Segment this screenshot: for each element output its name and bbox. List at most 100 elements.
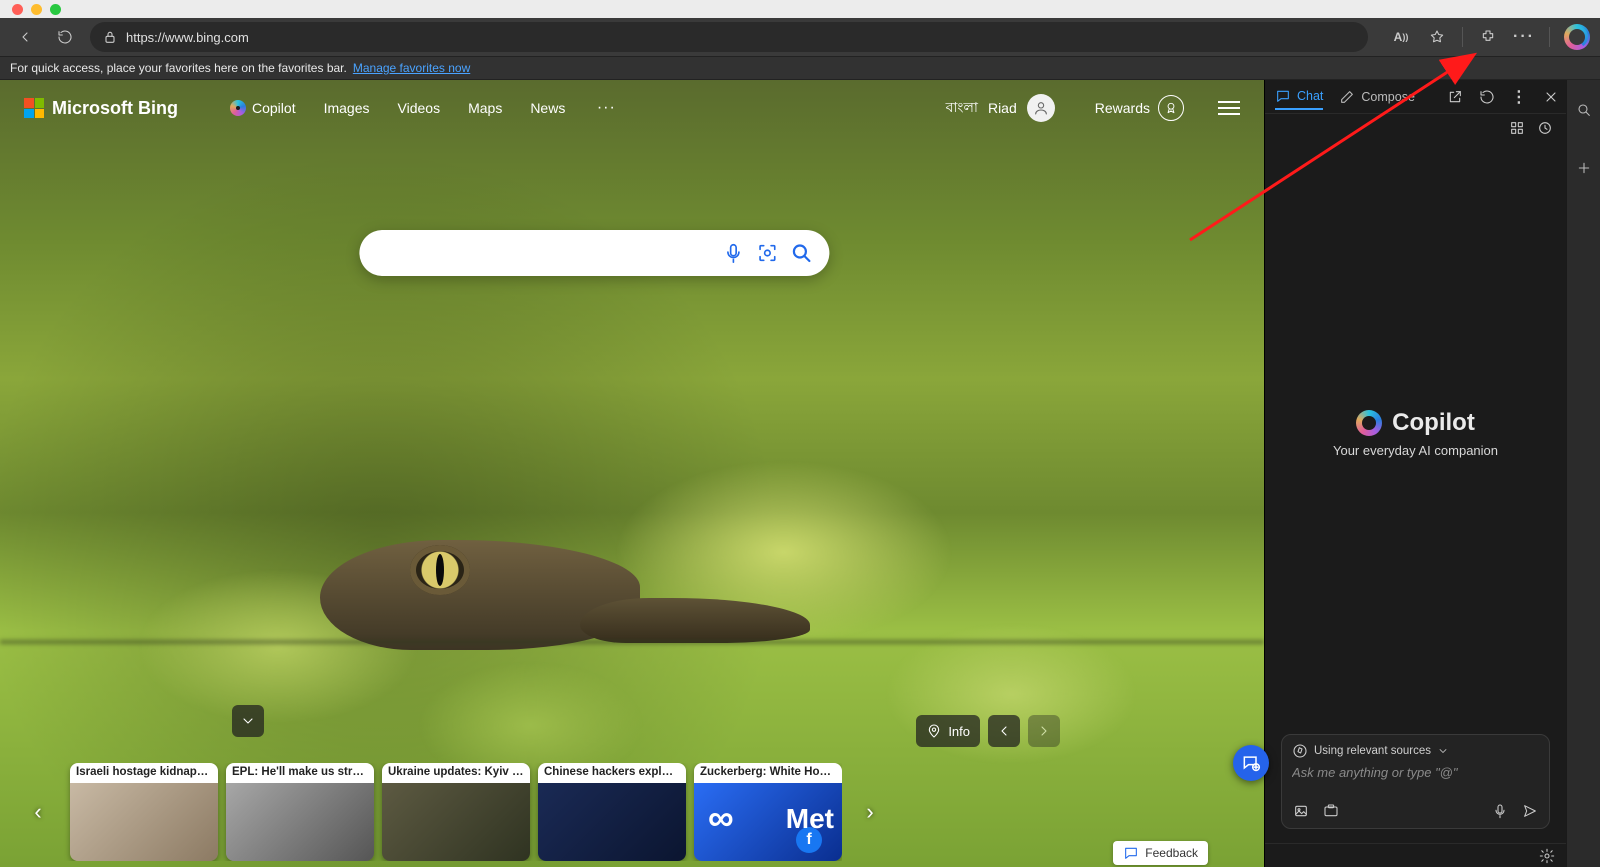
read-aloud-button[interactable]: A)) bbox=[1386, 22, 1416, 52]
copilot-panel: Chat Compose ⋮ Copilot Your everyday AI … bbox=[1264, 80, 1566, 867]
sources-label: Using relevant sources bbox=[1314, 745, 1431, 757]
sidebar-search-button[interactable] bbox=[1574, 100, 1594, 120]
history-button[interactable] bbox=[1536, 119, 1554, 137]
bing-user-area: বাংলা Riad bbox=[946, 94, 1055, 122]
user-avatar[interactable] bbox=[1027, 94, 1055, 122]
feedback-icon bbox=[1123, 845, 1139, 861]
copilot-input[interactable] bbox=[1292, 765, 1539, 791]
microsoft-logo-icon bbox=[24, 98, 44, 118]
feedback-button[interactable]: Feedback bbox=[1113, 841, 1208, 865]
toolbar-separator bbox=[1462, 27, 1463, 47]
news-card[interactable]: Chinese hackers exploited ... bbox=[538, 763, 686, 861]
toolbar-separator bbox=[1549, 27, 1550, 47]
bing-logo[interactable]: Microsoft Bing bbox=[24, 98, 178, 119]
news-card-title: EPL: He'll make us stronger... bbox=[226, 763, 374, 783]
person-icon bbox=[1033, 100, 1049, 116]
main-area: Microsoft Bing Copilot Images Videos Map… bbox=[0, 80, 1600, 867]
bing-bottom-bar: Info ‹ Israeli hostage kidnapped ... EPL… bbox=[0, 715, 1264, 867]
nav-images[interactable]: Images bbox=[324, 95, 370, 121]
nav-copilot[interactable]: Copilot bbox=[230, 95, 296, 121]
news-card[interactable]: Israeli hostage kidnapped ... bbox=[70, 763, 218, 861]
compass-icon bbox=[1292, 743, 1308, 759]
bing-brand-text: Microsoft Bing bbox=[52, 98, 178, 119]
voice-search-button[interactable] bbox=[719, 239, 747, 267]
news-card-title: Zuckerberg: White Hous... bbox=[694, 763, 842, 783]
news-card[interactable]: Ukraine updates: Kyiv says ... bbox=[382, 763, 530, 861]
extensions-button[interactable] bbox=[1473, 22, 1503, 52]
favorites-star-button[interactable] bbox=[1422, 22, 1452, 52]
attach-image-button[interactable] bbox=[1292, 802, 1310, 820]
copilot-body: Copilot Your everyday AI companion bbox=[1265, 142, 1566, 724]
back-button[interactable] bbox=[10, 22, 40, 52]
feedback-label: Feedback bbox=[1145, 846, 1198, 860]
panel-more-button[interactable]: ⋮ bbox=[1511, 88, 1527, 106]
copilot-settings-button[interactable] bbox=[1538, 847, 1556, 865]
traffic-light-minimize[interactable] bbox=[31, 4, 42, 15]
rewards-label: Rewards bbox=[1095, 100, 1150, 116]
copilot-icon bbox=[230, 100, 246, 116]
nav-news[interactable]: News bbox=[530, 95, 565, 121]
address-url: https://www.bing.com bbox=[126, 30, 249, 45]
copilot-toolbar-button[interactable] bbox=[1564, 24, 1590, 50]
tab-chat-label: Chat bbox=[1297, 89, 1323, 103]
traffic-light-close[interactable] bbox=[12, 4, 23, 15]
refresh-button[interactable] bbox=[50, 22, 80, 52]
wallpaper-next-button[interactable] bbox=[1028, 715, 1060, 747]
nav-videos[interactable]: Videos bbox=[398, 95, 441, 121]
location-pin-icon bbox=[926, 723, 942, 739]
news-card-title: Ukraine updates: Kyiv says ... bbox=[382, 763, 530, 783]
favorites-bar: For quick access, place your favorites h… bbox=[0, 56, 1600, 80]
bing-homepage: Microsoft Bing Copilot Images Videos Map… bbox=[0, 80, 1264, 867]
copilot-input-area: Using relevant sources bbox=[1265, 724, 1566, 843]
mic-button[interactable] bbox=[1491, 802, 1509, 820]
sources-selector[interactable]: Using relevant sources bbox=[1292, 743, 1539, 765]
copilot-title: Copilot bbox=[1392, 409, 1475, 437]
edge-side-strip bbox=[1566, 80, 1600, 867]
plugins-button[interactable] bbox=[1508, 119, 1526, 137]
search-input[interactable] bbox=[381, 245, 713, 262]
sidebar-add-button[interactable] bbox=[1574, 158, 1594, 178]
rewards-area[interactable]: Rewards bbox=[1095, 95, 1184, 121]
nav-more-button[interactable]: ··· bbox=[593, 95, 619, 121]
window-titlebar bbox=[0, 0, 1600, 18]
search-box bbox=[359, 230, 829, 276]
news-card-title: Israeli hostage kidnapped ... bbox=[70, 763, 218, 783]
news-card[interactable]: Zuckerberg: White Hous...f bbox=[694, 763, 842, 861]
copilot-sub-toolbar bbox=[1265, 114, 1566, 142]
carousel-prev-button[interactable]: ‹ bbox=[24, 798, 52, 826]
visual-search-button[interactable] bbox=[753, 239, 781, 267]
chat-icon bbox=[1275, 88, 1291, 104]
copilot-swirl-icon bbox=[1356, 410, 1382, 436]
wallpaper-info-button[interactable]: Info bbox=[916, 715, 980, 747]
copilot-logo: Copilot bbox=[1356, 409, 1475, 437]
hamburger-menu-button[interactable] bbox=[1218, 101, 1240, 115]
news-cards: Israeli hostage kidnapped ... EPL: He'll… bbox=[62, 763, 842, 861]
panel-close-button[interactable] bbox=[1543, 88, 1559, 106]
chevron-down-icon bbox=[1437, 745, 1449, 757]
carousel-next-button[interactable]: › bbox=[856, 798, 884, 826]
nav-maps[interactable]: Maps bbox=[468, 95, 502, 121]
language-link[interactable]: বাংলা bbox=[946, 96, 978, 120]
user-name[interactable]: Riad bbox=[988, 100, 1017, 116]
bing-header: Microsoft Bing Copilot Images Videos Map… bbox=[0, 80, 1264, 136]
search-submit-button[interactable] bbox=[787, 239, 815, 267]
traffic-light-zoom[interactable] bbox=[50, 4, 61, 15]
news-card[interactable]: EPL: He'll make us stronger... bbox=[226, 763, 374, 861]
background-image bbox=[200, 520, 620, 680]
copilot-tab-chat[interactable]: Chat bbox=[1275, 84, 1323, 110]
panel-refresh-button[interactable] bbox=[1479, 88, 1495, 106]
news-carousel: ‹ Israeli hostage kidnapped ... EPL: He'… bbox=[24, 757, 1240, 867]
send-button[interactable] bbox=[1521, 802, 1539, 820]
background-detail bbox=[0, 640, 1264, 644]
copilot-input-box: Using relevant sources bbox=[1281, 734, 1550, 829]
address-bar[interactable]: https://www.bing.com bbox=[90, 22, 1368, 52]
wallpaper-prev-button[interactable] bbox=[988, 715, 1020, 747]
copilot-tab-compose[interactable]: Compose bbox=[1339, 85, 1415, 109]
nav-copilot-label: Copilot bbox=[252, 100, 296, 116]
settings-more-button[interactable]: ··· bbox=[1509, 22, 1539, 52]
screenshot-button[interactable] bbox=[1322, 802, 1340, 820]
info-label: Info bbox=[948, 724, 970, 739]
copilot-footer bbox=[1265, 843, 1566, 867]
manage-favorites-link[interactable]: Manage favorites now bbox=[353, 61, 470, 75]
open-in-new-button[interactable] bbox=[1447, 88, 1463, 106]
